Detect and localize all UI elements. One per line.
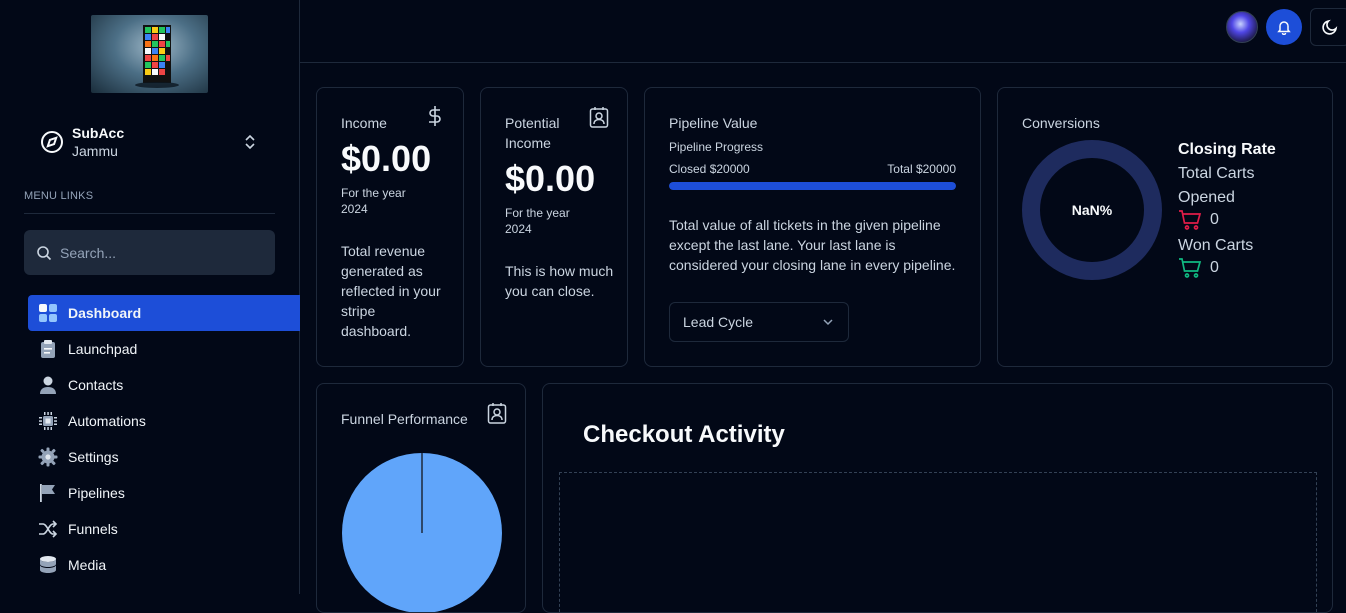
checkout-activity-card: Checkout Activity	[542, 383, 1333, 613]
sidebar-nav: Dashboard Launchpad Contacts Automations…	[28, 295, 300, 583]
account-switcher[interactable]: SubAcc Jammu	[40, 122, 265, 162]
funnel-pie-chart	[342, 453, 502, 612]
total-carts-row: 0	[1178, 210, 1219, 230]
search-box[interactable]	[24, 230, 275, 275]
chevron-down-icon	[823, 319, 833, 326]
dollar-icon	[429, 106, 441, 126]
conversions-title: Conversions	[1022, 115, 1100, 131]
search-input[interactable]	[60, 244, 260, 261]
checkout-chart-area	[559, 472, 1317, 612]
funnel-performance-card: Funnel Performance	[316, 383, 526, 613]
sidebar-item-label: Settings	[68, 449, 119, 465]
pipeline-total: Total $20000	[887, 162, 956, 176]
total-carts-label: Total Carts Opened	[1178, 165, 1255, 206]
person-icon	[38, 375, 58, 395]
income-description: Total revenue generated as reflected in …	[341, 243, 441, 339]
database-icon	[38, 555, 58, 575]
agency-logo[interactable]	[91, 15, 208, 93]
sidebar-item-label: Launchpad	[68, 341, 138, 357]
account-name: SubAcc	[72, 125, 125, 141]
chevrons-up-down-icon	[245, 134, 255, 150]
income-title: Income	[341, 115, 387, 131]
account-location: Jammu	[72, 143, 118, 159]
pipeline-progress-bar	[669, 182, 956, 190]
sidebar-item-launchpad[interactable]: Launchpad	[28, 331, 300, 367]
shuffle-icon	[38, 519, 58, 539]
contact-card-icon	[589, 107, 609, 128]
won-carts-row: 0	[1178, 258, 1219, 278]
potential-income-period: For the year 2024	[505, 206, 570, 236]
pipeline-value-card: Pipeline Value Pipeline Progress Closed …	[644, 87, 981, 367]
income-value: $0.00	[341, 138, 432, 179]
potential-income-title: Potential Income	[505, 115, 560, 151]
pipeline-closed: Closed $20000	[669, 162, 750, 176]
notifications-button[interactable]	[1266, 9, 1302, 45]
income-card: Income $0.00 For the year 2024 Total rev…	[316, 87, 464, 367]
sidebar-item-dashboard[interactable]: Dashboard	[28, 295, 300, 331]
bell-icon	[1277, 21, 1291, 35]
checkout-activity-title: Checkout Activity	[583, 421, 785, 448]
pipeline-progress-fill	[669, 182, 956, 190]
sidebar-item-funnels[interactable]: Funnels	[28, 511, 300, 547]
search-icon	[37, 245, 52, 260]
compass-icon	[41, 131, 63, 153]
sidebar-item-automations[interactable]: Automations	[28, 403, 300, 439]
sidebar-item-pipelines[interactable]: Pipelines	[28, 475, 300, 511]
funnel-performance-title: Funnel Performance	[341, 411, 468, 427]
conversion-percent: NaN%	[1071, 202, 1113, 218]
user-avatar[interactable]	[1226, 11, 1258, 43]
pipeline-select[interactable]: Lead Cycle	[669, 302, 849, 342]
pipeline-value-title: Pipeline Value	[669, 115, 758, 131]
conversions-card: Conversions NaN% Closing Rate Total Cart…	[997, 87, 1333, 367]
clipboard-icon	[38, 339, 58, 359]
sidebar-item-label: Media	[68, 557, 107, 573]
cart-icon	[1179, 258, 1202, 278]
moon-icon	[1322, 19, 1338, 35]
won-carts-label: Won Carts	[1178, 237, 1254, 254]
closing-rate-label: Closing Rate	[1178, 141, 1276, 158]
dashboard-icon	[38, 303, 58, 323]
sidebar-item-settings[interactable]: Settings	[28, 439, 300, 475]
cart-icon	[1179, 210, 1202, 230]
chip-icon	[38, 411, 58, 431]
won-carts-value: 0	[1210, 259, 1219, 276]
contact-card-icon	[487, 403, 507, 424]
pipeline-select-value: Lead Cycle	[683, 314, 754, 330]
sidebar-item-label: Automations	[68, 413, 146, 429]
gear-icon	[38, 447, 58, 467]
income-period: For the year 2024	[341, 186, 406, 216]
pipeline-progress-label: Pipeline Progress	[669, 140, 764, 154]
pipeline-description: Total value of all tickets in the given …	[669, 217, 956, 273]
sidebar-item-label: Contacts	[68, 377, 124, 393]
sidebar-item-label: Dashboard	[68, 305, 142, 321]
sidebar: SubAcc Jammu MENU LINKS Dashboard Launch…	[0, 0, 300, 594]
divider	[24, 213, 275, 214]
potential-income-card: Potential Income $0.00 For the year 2024…	[480, 87, 628, 367]
flag-icon	[38, 483, 58, 503]
sidebar-item-media[interactable]: Media	[28, 547, 300, 583]
sidebar-item-label: Pipelines	[68, 485, 125, 501]
theme-toggle-button[interactable]	[1310, 8, 1346, 46]
potential-income-value: $0.00	[505, 158, 596, 199]
top-bar	[300, 0, 1346, 63]
total-carts-value: 0	[1210, 211, 1219, 228]
menu-links-label: MENU LINKS	[24, 190, 94, 202]
sidebar-item-label: Funnels	[68, 521, 118, 537]
potential-income-description: This is how much you can close.	[505, 263, 614, 299]
sidebar-item-contacts[interactable]: Contacts	[28, 367, 300, 403]
